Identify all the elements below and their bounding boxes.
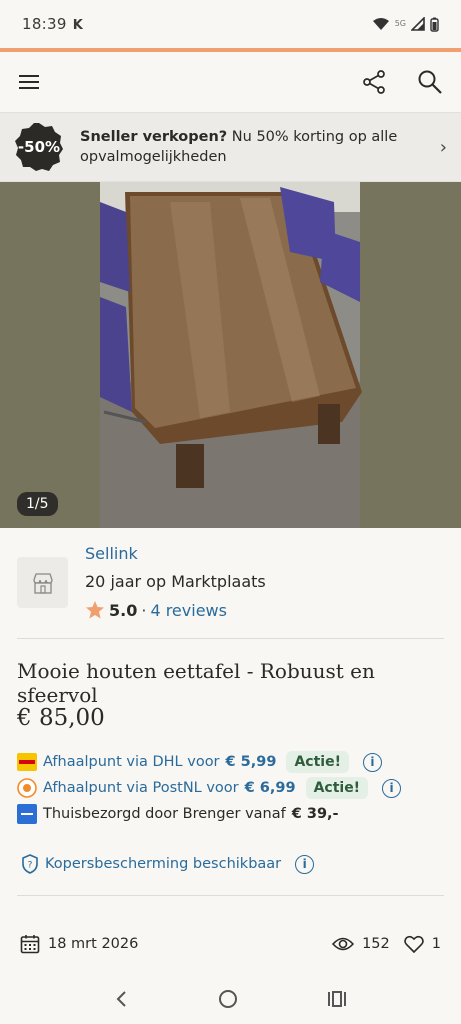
shipping-label: Afhaalpunt via DHL voor xyxy=(43,754,220,770)
info-icon[interactable]: i xyxy=(362,752,382,772)
shipping-row-postnl[interactable]: Afhaalpunt via PostNL voor € 6,99 Actie!… xyxy=(17,775,444,801)
action-badge: Actie! xyxy=(305,777,369,799)
status-time: 18:39 K xyxy=(22,15,84,33)
shipping-row-brenger[interactable]: Thuisbezorgd door Brenger vanaf € 39,- xyxy=(17,801,444,827)
wifi-icon xyxy=(372,18,389,30)
views-count: 152 xyxy=(362,936,390,952)
photo-counter: 1/5 xyxy=(17,492,58,516)
postnl-icon xyxy=(17,778,37,798)
recents-icon[interactable] xyxy=(327,990,347,1008)
chevron-right-icon: › xyxy=(439,136,447,158)
rating-score: 5.0 xyxy=(109,600,138,620)
back-icon[interactable] xyxy=(114,990,130,1008)
seller-years: 20 jaar op Marktplaats xyxy=(85,572,266,591)
promo-banner[interactable]: -50% Sneller verkopen? Nu 50% korting op… xyxy=(0,112,461,182)
star-icon xyxy=(86,601,104,619)
shipping-price: € 6,99 xyxy=(244,780,296,796)
seller-rating: 5.0 · 4 reviews xyxy=(85,600,266,620)
info-icon[interactable]: i xyxy=(295,854,315,874)
system-nav-bar xyxy=(0,974,461,1024)
shipping-row-dhl[interactable]: Afhaalpunt via DHL voor € 5,99 Actie! i xyxy=(17,749,444,775)
dhl-icon xyxy=(17,753,37,771)
hamburger-icon[interactable] xyxy=(18,72,42,92)
signal-icon xyxy=(411,17,425,31)
rating-separator: · xyxy=(141,600,147,620)
promo-text: Sneller verkopen? Nu 50% korting op alle… xyxy=(80,129,398,165)
shipping-price: € 5,99 xyxy=(225,754,277,770)
brenger-icon xyxy=(17,804,37,824)
shipping-options: Afhaalpunt via DHL voor € 5,99 Actie! i … xyxy=(0,749,461,827)
home-icon[interactable] xyxy=(218,989,238,1009)
shop-icon xyxy=(17,557,68,608)
listing-date: 18 mrt 2026 xyxy=(48,936,139,952)
reviews-link[interactable]: 4 reviews xyxy=(150,601,227,620)
status-bar: 18:39 K 5G xyxy=(0,0,461,48)
shipping-label: Thuisbezorgd door Brenger vanaf xyxy=(43,806,286,822)
buyer-protection[interactable]: ? Kopersbescherming beschikbaar i xyxy=(0,827,461,883)
discount-badge: -50% xyxy=(14,122,64,172)
seller-section[interactable]: Sellink 20 jaar op Marktplaats 5.0 · 4 r… xyxy=(0,528,461,638)
likes-count: 1 xyxy=(431,936,441,952)
shield-icon: ? xyxy=(22,854,38,874)
table-photo-illustration xyxy=(0,182,461,528)
shipping-price: € 39,- xyxy=(291,806,339,822)
status-icons: 5G xyxy=(372,17,439,32)
seller-name[interactable]: Sellink xyxy=(85,544,266,572)
listing-photo[interactable]: 1/5 xyxy=(0,182,461,528)
network-label: 5G xyxy=(394,18,406,28)
buyer-protection-label: Kopersbescherming beschikbaar xyxy=(45,856,282,872)
info-icon[interactable]: i xyxy=(382,778,402,798)
listing-title: Mooie houten eettafel - Robuust en sfeer… xyxy=(17,659,375,707)
battery-icon xyxy=(430,17,439,32)
calendar-icon xyxy=(20,935,40,954)
heart-icon[interactable] xyxy=(403,935,424,953)
top-bar xyxy=(0,52,461,112)
svg-text:?: ? xyxy=(28,861,33,871)
share-icon[interactable] xyxy=(361,69,387,95)
action-badge: Actie! xyxy=(286,751,349,773)
eye-icon xyxy=(332,937,355,951)
shipping-label: Afhaalpunt via PostNL voor xyxy=(43,780,239,796)
search-icon[interactable] xyxy=(417,69,443,95)
